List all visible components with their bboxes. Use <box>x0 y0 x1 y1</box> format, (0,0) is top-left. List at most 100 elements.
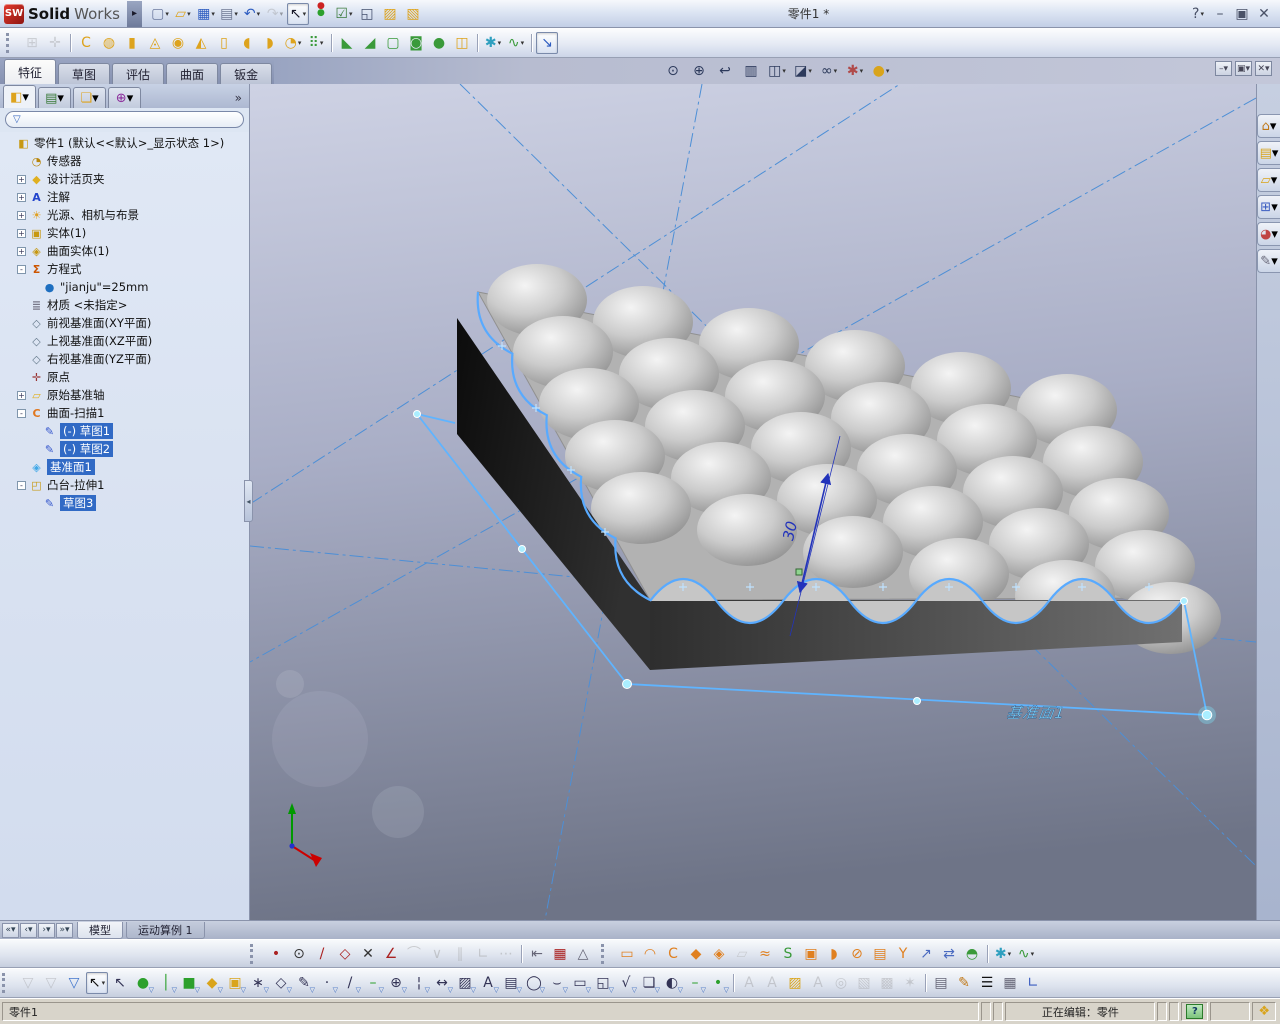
balloon-button[interactable]: ◎▾ <box>830 972 852 994</box>
tree-item-label[interactable]: "jianju"=25mm <box>60 280 148 294</box>
tab-features[interactable]: 特征 <box>4 59 57 84</box>
tree-item-material[interactable]: ≣ 材质 <未指定> <box>2 296 249 314</box>
dropdown-arrow-icon[interactable]: ▾ <box>280 10 284 18</box>
tree-item-label[interactable]: 凸台-拉伸1 <box>47 477 104 493</box>
magnetic-line-button[interactable]: ▩▾ <box>876 972 898 994</box>
boundary-surface-button[interactable]: ◈▾ <box>708 943 730 965</box>
tree-item-label[interactable]: 零件1 (默认<<默认>_显示状态 1>) <box>34 135 224 151</box>
model-items-button[interactable]: ✶▾ <box>899 972 921 994</box>
filter-balloons-button[interactable]: ◯▽▾ <box>523 972 545 994</box>
tab-motion-study[interactable]: 运动算例 1 <box>126 921 205 939</box>
filter-blocks-button[interactable]: ❏▽▾ <box>638 972 660 994</box>
propertymanager-tab[interactable]: ▤ ▾ <box>38 87 71 108</box>
filter-datums-button[interactable]: ◱▽▾ <box>592 972 614 994</box>
tree-expander-icon[interactable]: + <box>17 390 26 400</box>
swept-cut-button[interactable]: ◖▾ <box>236 32 258 54</box>
tree-item-label[interactable]: 实体(1) <box>47 225 86 241</box>
extend-surface-button[interactable]: ↗▾ <box>915 943 937 965</box>
tree-item-label[interactable]: 设计活页夹 <box>47 171 105 187</box>
dome-button[interactable]: ●▾ <box>428 32 450 54</box>
sketch-grid-button[interactable]: ▦▾ <box>549 943 571 965</box>
filter-edges-button[interactable]: │▽▾ <box>155 972 177 994</box>
tree-item-sketch1[interactable]: ✎ (-) 草图1 <box>2 422 249 440</box>
toolbar-drag-handle[interactable] <box>2 973 8 993</box>
help-button[interactable]: ? ▾ <box>1188 5 1208 23</box>
display-style-button[interactable]: ◪ ▾ <box>792 60 814 82</box>
filter-dowel-pins-button[interactable]: –▽▾ <box>684 972 707 994</box>
filter-routing-points-button[interactable]: •▽▾ <box>707 972 729 994</box>
angle-snap-button[interactable]: △▾ <box>572 943 594 965</box>
tree-item-part-root[interactable]: ◧ 零件1 (默认<<默认>_显示状态 1>) <box>2 134 249 152</box>
line-style-button[interactable]: ▦▾ <box>999 972 1021 994</box>
knit-surface-button[interactable]: S▾ <box>777 943 799 965</box>
tree-item-boss-extrude1[interactable]: - ◰ 凸台-拉伸1 <box>2 476 249 494</box>
filter-vertices-button[interactable]: ●▽▾ <box>132 972 154 994</box>
trim-surface-button[interactable]: ⇄▾ <box>938 943 960 965</box>
dropdown-arrow-icon[interactable]: ▾ <box>102 979 106 987</box>
layer-color-button[interactable]: ✎▾ <box>953 972 975 994</box>
sketch-trim-button[interactable]: ✕▾ <box>357 943 379 965</box>
layer-properties-button[interactable]: ∟▾ <box>1022 972 1044 994</box>
replace-face-button[interactable]: ▤▾ <box>869 943 891 965</box>
tree-item-design-binder[interactable]: + ◆ 设计活页夹 <box>2 170 249 188</box>
wrap-button[interactable]: ◙▾ <box>405 32 427 54</box>
restore-button[interactable]: ▣▾ <box>1232 5 1252 23</box>
dropdown-arrow-icon[interactable]: ▾ <box>782 67 786 75</box>
extruded-boss-button[interactable]: ▮▾ <box>121 32 143 54</box>
offset-surface-button[interactable]: ≈▾ <box>754 943 776 965</box>
sketch-parallelogram-button[interactable]: ◇▾ <box>334 943 356 965</box>
tree-item-top-plane[interactable]: ◇ 上视基准面(XZ平面) <box>2 332 249 350</box>
filter-sketch-points-button[interactable]: ·▽▾ <box>316 972 338 994</box>
undo-button[interactable]: ↶ ▾ <box>241 3 263 25</box>
dropdown-arrow-icon[interactable]: ▾ <box>303 10 307 18</box>
tree-item-equations[interactable]: - Σ 方程式 <box>2 260 249 278</box>
dropdown-arrow-icon[interactable]: ▾ <box>860 67 864 75</box>
parallel-relation-button[interactable]: ∥▾ <box>449 943 471 965</box>
tree-expander-icon[interactable]: - <box>17 264 26 274</box>
filter-hatches-button[interactable]: ▨▽▾ <box>454 972 476 994</box>
tree-item-label[interactable]: 右视基准面(YZ平面) <box>47 351 151 367</box>
tab-sketch[interactable]: 草图 <box>58 63 111 84</box>
solidworks-resources-button[interactable]: ⌂ ▾ <box>1257 114 1280 138</box>
dropdown-arrow-icon[interactable]: ▾ <box>1031 950 1035 958</box>
draft-button[interactable]: ◢▾ <box>359 32 381 54</box>
auto-balloon-button[interactable]: ▧▾ <box>853 972 875 994</box>
tree-item-right-plane[interactable]: ◇ 右视基准面(YZ平面) <box>2 350 249 368</box>
delete-face-button[interactable]: ⊘▾ <box>846 943 868 965</box>
sketch-line-button[interactable]: /▾ <box>311 943 333 965</box>
dimxpertmanager-tab[interactable]: ⊕ ▾ <box>108 87 141 108</box>
mirror-button[interactable]: ◫▾ <box>451 32 473 54</box>
design-library-button[interactable]: ▤ ▾ <box>1257 141 1280 165</box>
edit-appearance-button[interactable]: ✱ ▾ <box>844 60 866 82</box>
swept-boss-button[interactable]: C▾ <box>75 32 97 54</box>
filter-solid-bodies-button[interactable]: ▣▽▾ <box>224 972 246 994</box>
tree-item-label[interactable]: 基准面1 <box>47 459 95 475</box>
redo-button[interactable]: ↷ ▾ <box>264 3 286 25</box>
dropdown-arrow-icon[interactable]: ▾ <box>498 39 502 47</box>
tree-item-label[interactable]: 方程式 <box>47 261 82 277</box>
tree-expander-icon[interactable]: + <box>17 192 26 202</box>
tree-item-label[interactable]: (-) 草图1 <box>60 423 114 439</box>
tangent-arc-button[interactable]: ⌒▾ <box>403 943 425 965</box>
filter-faces-button[interactable]: ■▽▾ <box>178 972 200 994</box>
dimension-handle[interactable] <box>795 568 803 576</box>
configurationmanager-tab[interactable]: ❏ ▾ <box>73 87 106 108</box>
open-assembly-folder-button[interactable]: ▧▾ <box>402 3 424 25</box>
section-view-button[interactable]: ▥▾ <box>740 60 762 82</box>
dropdown-arrow-icon[interactable]: ▾ <box>234 10 238 18</box>
dock-first-button[interactable]: «▾ <box>2 922 19 938</box>
clear-all-filters-button[interactable]: ▽▾ <box>40 972 62 994</box>
tab-evaluate[interactable]: 评估 <box>112 63 165 84</box>
filter-axes-button[interactable]: ∗▽▾ <box>247 972 269 994</box>
hide-show-items-button[interactable]: ∞ ▾ <box>818 60 840 82</box>
filter-surface-finish-button[interactable]: √▽▾ <box>615 972 637 994</box>
tree-expander-icon[interactable]: + <box>17 246 26 256</box>
curves-button[interactable]: ∿ ▾ <box>505 32 527 54</box>
surface-curves-button[interactable]: ∿ ▾ <box>1015 943 1037 965</box>
dropdown-arrow-icon[interactable]: ▾ <box>834 67 838 75</box>
line-thickness-button[interactable]: ☰▾ <box>976 972 998 994</box>
exploded-view-button[interactable]: ⊞▾ <box>21 32 43 54</box>
tree-item-reference-axes-folder[interactable]: + ▱ 原始基准轴 <box>2 386 249 404</box>
tab-model[interactable]: 模型 <box>77 921 123 939</box>
boundary-boss-button[interactable]: ◬▾ <box>144 32 166 54</box>
